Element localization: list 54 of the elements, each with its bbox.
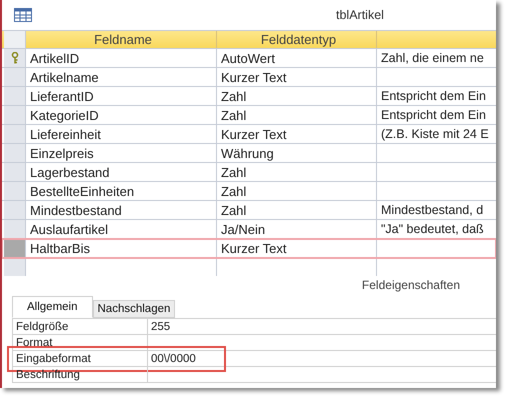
row-selector[interactable] bbox=[4, 220, 26, 238]
row-selector[interactable] bbox=[4, 163, 26, 181]
table-cell: Währung bbox=[217, 144, 377, 162]
table-cell: AutoWert bbox=[217, 49, 377, 67]
table-cell: Liefereinheit bbox=[26, 125, 217, 143]
property-label: Format bbox=[16, 336, 52, 348]
row-selector[interactable] bbox=[4, 106, 26, 124]
table-cell: Entspricht dem Ein bbox=[381, 108, 486, 122]
table-cell: Ja/Nein bbox=[217, 220, 377, 238]
table-cell: Einzelpreis bbox=[26, 144, 217, 162]
window-title: tblArtikel bbox=[336, 8, 384, 22]
table-cell: KategorieID bbox=[26, 106, 217, 124]
table-cell: Zahl bbox=[217, 87, 377, 105]
row-selector[interactable] bbox=[4, 68, 26, 86]
table-cell: Zahl bbox=[217, 201, 377, 219]
table-cell: Auslaufartikel bbox=[26, 220, 217, 238]
row-selector[interactable] bbox=[4, 239, 26, 257]
row-selector[interactable] bbox=[4, 201, 26, 219]
row-selector[interactable] bbox=[4, 49, 26, 67]
table-icon bbox=[14, 8, 32, 22]
table-cell: Mindestbestand bbox=[26, 201, 217, 219]
table-cell: Mindestbestand, d bbox=[381, 203, 484, 217]
column-header: Felddatentyp bbox=[217, 31, 377, 48]
table-cell: Zahl bbox=[217, 163, 377, 181]
table-cell: LieferantID bbox=[26, 87, 217, 105]
row-selector[interactable] bbox=[4, 182, 26, 200]
table-cell: (Z.B. Kiste mit 24 E bbox=[381, 127, 489, 141]
property-label: Feldgröße bbox=[16, 320, 68, 332]
section-title: Feldeigenschaften bbox=[362, 278, 460, 292]
table-cell: Zahl bbox=[217, 182, 377, 200]
tab[interactable]: Allgemein bbox=[12, 296, 92, 318]
property-label: Eingabeformat bbox=[16, 352, 91, 364]
tab[interactable]: Nachschlagen bbox=[92, 300, 176, 318]
property-value[interactable]: 00\/0000 bbox=[148, 352, 196, 364]
table-cell: Artikelname bbox=[26, 68, 217, 86]
row-selector[interactable] bbox=[4, 87, 26, 105]
table-cell: Zahl bbox=[217, 106, 377, 124]
table-cell: ArtikelID bbox=[26, 49, 217, 67]
property-label: Beschriftung bbox=[16, 368, 80, 380]
table-cell: Kurzer Text bbox=[217, 125, 377, 143]
property-value[interactable]: 255 bbox=[148, 320, 170, 332]
row-selector[interactable] bbox=[4, 144, 26, 162]
row-selector[interactable] bbox=[4, 125, 26, 143]
table-cell: Kurzer Text bbox=[217, 239, 377, 257]
table-cell: "Ja" bedeutet, daß bbox=[381, 222, 484, 236]
table-cell: Lagerbestand bbox=[26, 163, 217, 181]
table-cell: Kurzer Text bbox=[217, 68, 377, 86]
row-selector[interactable] bbox=[4, 258, 26, 276]
table-cell: Entspricht dem Ein bbox=[381, 89, 486, 103]
table-cell: BestellteEinheiten bbox=[26, 182, 217, 200]
table-cell: HaltbarBis bbox=[26, 239, 217, 257]
table-cell: Zahl, die einem ne bbox=[381, 51, 484, 65]
column-header: Feldname bbox=[26, 31, 217, 48]
table-corner[interactable] bbox=[4, 31, 26, 48]
